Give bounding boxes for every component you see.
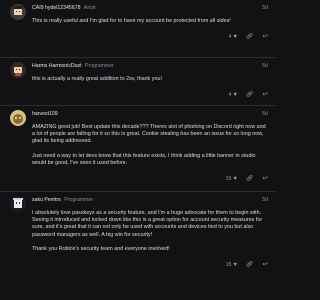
reply-icon[interactable]: ↩ — [263, 260, 268, 270]
post-date[interactable]: 5d — [262, 196, 268, 204]
post-body: this is actually a really great addition… — [32, 76, 268, 83]
heart-icon: ♥ — [233, 92, 237, 99]
post-actions: 4 ♥ 🔗︎ ↩ — [10, 32, 268, 42]
link-icon[interactable]: 🔗︎ — [246, 32, 254, 42]
link-icon[interactable]: 🔗︎ — [246, 90, 254, 100]
reply-icon[interactable]: ↩ — [263, 32, 268, 42]
like-button[interactable]: 4 ♥ — [228, 32, 236, 42]
post-body: I absolutely love passkeys as a security… — [32, 210, 268, 253]
post-paragraph: this is actually a really great addition… — [32, 76, 162, 82]
avatar[interactable] — [10, 4, 26, 20]
link-icon[interactable]: 🔗︎ — [246, 174, 254, 184]
post: harvest109 5d AMAZING good job! Best upd… — [0, 106, 276, 192]
post-paragraph: I absolutely love passkeys as a security… — [32, 210, 263, 238]
reply-icon[interactable]: ↩ — [263, 90, 268, 100]
post-paragraph: This is really useful and I'm glad for t… — [32, 18, 231, 24]
post-date[interactable]: 5d — [262, 110, 268, 118]
post-paragraph: Thank you Roblox's security team and eve… — [32, 245, 170, 252]
heart-icon: ♥ — [233, 262, 237, 269]
heart-icon: ♥ — [233, 176, 237, 183]
post-body: AMAZING good job! Best update this decad… — [32, 124, 268, 167]
like-button[interactable]: 15 ♥ — [226, 174, 237, 184]
post-actions: 15 ♥ 🔗︎ ↩ — [10, 260, 268, 270]
post-date[interactable]: 5d — [262, 62, 268, 70]
post: saku Pemtrs Programmer 5d I absolutely l… — [0, 192, 276, 300]
avatar[interactable] — [10, 62, 26, 78]
author-line: saku Pemtrs Programmer — [32, 196, 93, 204]
reply-feed: CAI9 hydel12345678 Artist 5d This is rea… — [0, 0, 276, 300]
like-count: 4 — [228, 34, 232, 41]
post-actions: 15 ♥ 🔗︎ ↩ — [10, 174, 268, 184]
like-count: 4 — [228, 92, 232, 99]
author-name[interactable]: CAI9 hydel12345678 — [32, 5, 80, 11]
avatar[interactable] — [10, 196, 26, 212]
post-actions: 4 ♥ 🔗︎ ↩ — [10, 90, 268, 100]
author-role: Artist — [83, 5, 96, 11]
post-body: This is really useful and I'm glad for t… — [32, 18, 268, 25]
author-role: Programmer — [64, 197, 94, 203]
author-name[interactable]: harvest109 — [32, 111, 58, 117]
author-line: harvest109 — [32, 110, 60, 118]
like-button[interactable]: 15 ♥ — [226, 260, 237, 270]
avatar[interactable] — [10, 110, 26, 126]
author-name[interactable]: Harms HarmonicDust — [32, 63, 82, 69]
heart-icon: ♥ — [233, 34, 237, 41]
author-role: Programmer — [85, 63, 114, 69]
reply-icon[interactable]: ↩ — [263, 174, 268, 184]
like-count: 15 — [225, 262, 232, 269]
post-date[interactable]: 5d — [262, 4, 268, 12]
post: CAI9 hydel12345678 Artist 5d This is rea… — [0, 0, 276, 58]
post-paragraph: Just need a way to let devs know that th… — [32, 152, 256, 166]
link-icon[interactable]: 🔗︎ — [246, 260, 254, 270]
author-line: Harms HarmonicDust Programmer — [32, 62, 114, 70]
post: Harms HarmonicDust Programmer 5d this is… — [0, 58, 276, 106]
like-count: 15 — [225, 176, 232, 183]
like-button[interactable]: 4 ♥ — [228, 90, 236, 100]
author-line: CAI9 hydel12345678 Artist — [32, 4, 96, 12]
post-paragraph: AMAZING good job! Best update this decad… — [32, 124, 266, 145]
author-name[interactable]: saku Pemtrs — [32, 197, 61, 203]
